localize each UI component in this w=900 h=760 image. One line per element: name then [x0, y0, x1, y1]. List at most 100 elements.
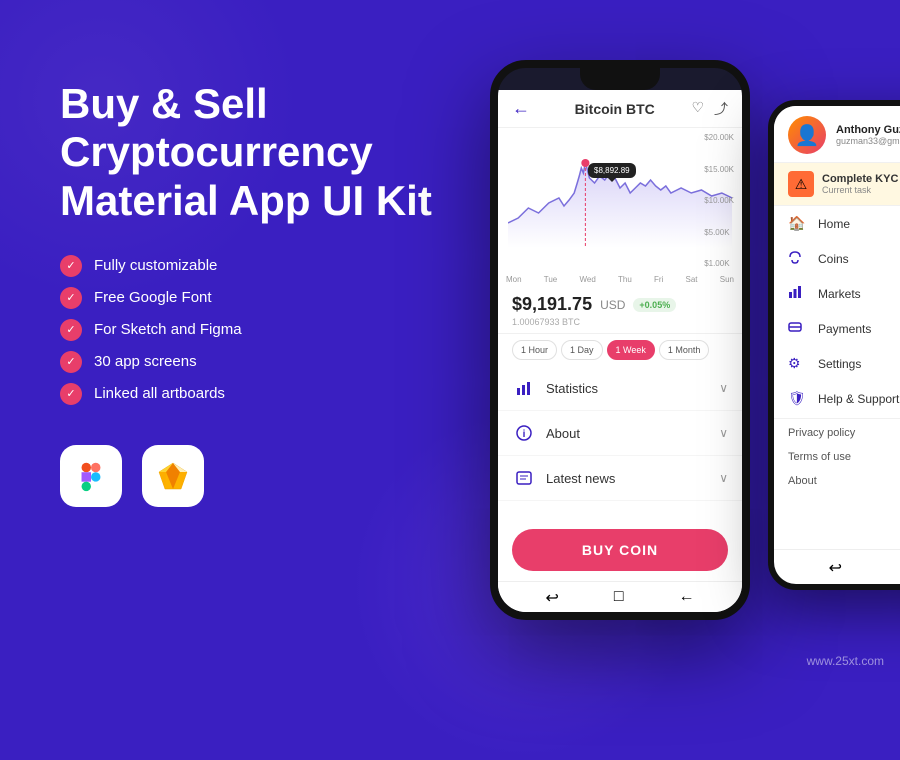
buy-coin-button[interactable]: BUY COIN — [512, 529, 728, 571]
kyc-title: Complete KYC — [822, 173, 900, 185]
price-row: $9,191.75 USD +0.05% — [512, 294, 728, 315]
tool-icons — [60, 445, 440, 507]
about-link[interactable]: About — [774, 469, 900, 493]
side-divider — [774, 418, 900, 419]
phone-bottom-nav: ↩ □ ← — [498, 581, 742, 612]
filter-1hour[interactable]: 1 Hour — [512, 340, 557, 360]
check-icon: ✓ — [60, 383, 82, 405]
user-name: Anthony Guzman — [836, 124, 900, 136]
feature-label: 30 app screens — [94, 353, 197, 370]
statistics-icon — [512, 376, 536, 400]
menu-markets-label: Markets — [818, 287, 861, 301]
kyc-warning-icon: ⚠ — [788, 171, 814, 197]
nav-recent-icon[interactable]: ↩ — [545, 588, 558, 608]
help-icon: 🛡 — [788, 390, 806, 407]
news-icon — [512, 466, 536, 490]
user-row: 👤 Anthony Guzman guzman33@gmail.com — [788, 116, 900, 154]
statistics-label: Statistics — [546, 381, 719, 396]
kyc-text: Complete KYC Current task — [822, 173, 900, 195]
x-label: Fri — [654, 275, 663, 284]
side-menu: 🏠 Home Coins Markets Payments — [774, 206, 900, 549]
header-icons: ♡ ⤴ — [691, 99, 728, 119]
filter-1day[interactable]: 1 Day — [561, 340, 603, 360]
feature-item: ✓ 30 app screens — [60, 351, 440, 373]
phone-side-screen: 👤 Anthony Guzman guzman33@gmail.com ⚠ Co… — [774, 106, 900, 584]
check-icon: ✓ — [60, 319, 82, 341]
user-email: guzman33@gmail.com — [836, 136, 900, 146]
chart-x-labels: Mon Tue Wed Thu Fri Sat Sun — [498, 273, 742, 286]
menu-item-home[interactable]: 🏠 Home — [774, 206, 900, 241]
x-label: Thu — [618, 275, 632, 284]
feature-label: Linked all artboards — [94, 385, 225, 402]
menu-item-coins[interactable]: Coins — [774, 241, 900, 276]
phone-side: 👤 Anthony Guzman guzman33@gmail.com ⚠ Co… — [768, 100, 900, 590]
sketch-icon — [142, 445, 204, 507]
about-icon: i — [512, 421, 536, 445]
feature-item: ✓ Linked all artboards — [60, 383, 440, 405]
x-label: Wed — [579, 275, 595, 284]
chart-area: $20.00K $15.00K $10.00K $5.00K $1.00K — [498, 128, 742, 273]
side-header: 👤 Anthony Guzman guzman33@gmail.com — [774, 106, 900, 163]
menu-item-payments[interactable]: Payments — [774, 311, 900, 346]
y-label: $1.00K — [704, 259, 734, 268]
accordion-news[interactable]: Latest news ∨ — [498, 456, 742, 501]
y-label: $5.00K — [704, 228, 734, 237]
chart-y-labels: $20.00K $15.00K $10.00K $5.00K $1.00K — [704, 128, 734, 273]
menu-help-label: Help & Support — [818, 392, 899, 406]
feature-item: ✓ Free Google Font — [60, 287, 440, 309]
check-icon: ✓ — [60, 287, 82, 309]
feature-label: Free Google Font — [94, 289, 212, 306]
accordion-about[interactable]: i About ∨ — [498, 411, 742, 456]
about-label: About — [546, 426, 719, 441]
side-bottom-nav: ↩ ← — [774, 549, 900, 584]
chevron-down-icon: ∨ — [719, 426, 728, 440]
heart-icon[interactable]: ♡ — [691, 99, 704, 119]
settings-icon: ⚙ — [788, 355, 806, 372]
feature-label: For Sketch and Figma — [94, 321, 242, 338]
check-icon: ✓ — [60, 255, 82, 277]
user-info: Anthony Guzman guzman33@gmail.com — [836, 124, 900, 146]
kyc-alert[interactable]: ⚠ Complete KYC Current task — [774, 163, 900, 206]
filter-1month[interactable]: 1 Month — [659, 340, 710, 360]
nav-recent-icon[interactable]: ↩ — [829, 558, 842, 578]
feature-label: Fully customizable — [94, 257, 217, 274]
left-panel: Buy & SellCryptocurrencyMaterial App UI … — [60, 80, 440, 507]
kyc-subtitle: Current task — [822, 185, 900, 195]
nav-home-icon[interactable]: □ — [614, 588, 624, 608]
back-arrow-icon[interactable]: ← — [512, 98, 530, 119]
menu-item-markets[interactable]: Markets — [774, 276, 900, 311]
features-list: ✓ Fully customizable ✓ Free Google Font … — [60, 255, 440, 405]
menu-settings-label: Settings — [818, 357, 861, 371]
price-usd: $9,191.75 — [512, 294, 592, 315]
svg-text:i: i — [523, 429, 526, 440]
accordion-statistics[interactable]: Statistics ∨ — [498, 366, 742, 411]
menu-coins-label: Coins — [818, 252, 849, 266]
terms-of-use-link[interactable]: Terms of use — [774, 445, 900, 469]
chevron-down-icon: ∨ — [719, 471, 728, 485]
news-label: Latest news — [546, 471, 719, 486]
phone-main: ← Bitcoin BTC ♡ ⤴ $20.00K $15.00K $10.00… — [490, 60, 750, 620]
price-btc: 1.00067933 BTC — [512, 317, 728, 327]
feature-item: ✓ Fully customizable — [60, 255, 440, 277]
figma-icon — [60, 445, 122, 507]
chevron-down-icon: ∨ — [719, 381, 728, 395]
filter-1week[interactable]: 1 Week — [607, 340, 655, 360]
nav-back-icon[interactable]: ← — [679, 588, 695, 608]
price-section: $9,191.75 USD +0.05% 1.00067933 BTC — [498, 286, 742, 334]
home-icon: 🏠 — [788, 215, 806, 232]
avatar-image: 👤 — [795, 123, 820, 148]
main-title: Buy & SellCryptocurrencyMaterial App UI … — [60, 80, 440, 225]
privacy-policy-link[interactable]: Privacy policy — [774, 421, 900, 445]
avatar: 👤 — [788, 116, 826, 154]
phone-notch — [580, 68, 660, 90]
menu-item-settings[interactable]: ⚙ Settings — [774, 346, 900, 381]
time-filters: 1 Hour 1 Day 1 Week 1 Month — [498, 334, 742, 366]
share-icon[interactable]: ⤴ — [714, 99, 728, 119]
watermark: www.25xt.com — [807, 654, 884, 668]
phone-screen: ← Bitcoin BTC ♡ ⤴ $20.00K $15.00K $10.00… — [498, 90, 742, 612]
menu-home-label: Home — [818, 217, 850, 231]
price-change: +0.05% — [633, 298, 676, 312]
price-tooltip: $8,892.89 — [588, 163, 636, 178]
menu-item-help[interactable]: 🛡 Help & Support — [774, 381, 900, 416]
check-icon: ✓ — [60, 351, 82, 373]
